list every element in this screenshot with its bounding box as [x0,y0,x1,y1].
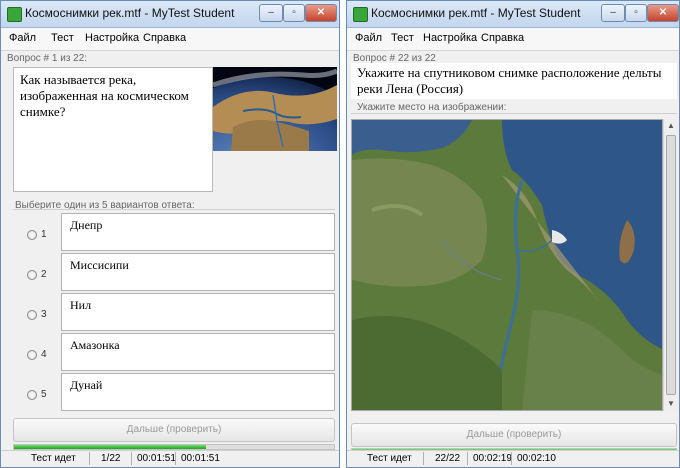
menu-help[interactable]: Справка [481,32,524,44]
separator [13,209,335,210]
status-divider [175,452,176,465]
left-window-title: Космоснимки рек.mtf - MyTest Student [25,6,235,20]
answer-text[interactable]: Нил [61,293,335,331]
left-title-bar[interactable]: Космоснимки рек.mtf - MyTest Student – ▫… [1,1,339,28]
left-window: Космоснимки рек.mtf - MyTest Student – ▫… [0,0,340,468]
option-number: 4 [41,349,47,360]
option-number: 3 [41,309,47,320]
status-question-count: 1/22 [101,453,121,464]
app-icon [353,7,368,22]
answer-option[interactable]: 2 Миссисипи [13,253,335,291]
question-text: Как называется река, изображенная на кос… [20,72,189,119]
answer-option[interactable]: 3 Нил [13,293,335,331]
radio-button[interactable] [27,230,37,240]
progress-fill [14,445,206,449]
status-bar: Тест идет 22/22 00:02:19 00:02:10 [347,450,679,467]
right-window: Космоснимки рек.mtf - MyTest Student – ▫… [346,0,680,468]
menu-test[interactable]: Тест [51,32,74,44]
next-check-button[interactable]: Дальше (проверить) [13,418,335,442]
question-text: Укажите на спутниковом снимке расположен… [357,65,662,96]
radio-button[interactable] [27,350,37,360]
app-icon [7,7,22,22]
menu-settings[interactable]: Настройка [85,32,139,44]
status-time-elapsed: 00:01:51 [137,453,176,464]
option-number: 5 [41,389,47,400]
option-number: 2 [41,269,47,280]
menu-test[interactable]: Тест [391,32,414,44]
status-question-count: 22/22 [435,453,461,464]
status-bar: Тест идет 1/22 00:01:51 00:01:51 [1,450,339,467]
status-divider [423,452,424,465]
question-box: Укажите на спутниковом снимке расположен… [351,63,677,99]
radio-button[interactable] [27,270,37,280]
answer-option[interactable]: 4 Амазонка [13,333,335,371]
status-divider [467,452,468,465]
minimize-button[interactable]: – [259,4,283,22]
answer-option[interactable]: 5 Дунай [13,373,335,411]
menu-file[interactable]: Файл [355,32,382,44]
question-box: Как называется река, изображенная на кос… [13,67,213,192]
minimize-button[interactable]: – [601,4,625,22]
close-button[interactable]: ✕ [305,4,337,22]
satellite-map-image[interactable] [351,119,663,411]
radio-button[interactable] [27,390,37,400]
status-divider [511,452,512,465]
status-state: Тест идет [367,453,412,464]
image-instruction-label: Укажите место на изображении: [357,102,507,113]
radio-button[interactable] [27,310,37,320]
menu-settings[interactable]: Настройка [423,32,477,44]
option-number: 1 [41,229,47,240]
right-title-bar[interactable]: Космоснимки рек.mtf - MyTest Student – ▫… [347,1,679,28]
status-time-elapsed: 00:02:19 [473,453,512,464]
scroll-up-arrow-icon[interactable]: ▲ [664,119,678,133]
right-window-title: Космоснимки рек.mtf - MyTest Student [371,6,581,20]
status-time-total: 00:01:51 [181,453,220,464]
answer-text[interactable]: Амазонка [61,333,335,371]
menu-help[interactable]: Справка [143,32,186,44]
answer-text[interactable]: Днепр [61,213,335,251]
separator [351,113,677,114]
close-button[interactable]: ✕ [647,4,679,22]
next-check-button[interactable]: Дальше (проверить) [351,423,677,447]
scroll-down-arrow-icon[interactable]: ▼ [664,397,678,411]
right-menu-bar: Файл Тест Настройка Справка [347,28,679,51]
menu-file[interactable]: Файл [9,32,36,44]
status-divider [131,452,132,465]
answer-option[interactable]: 1 Днепр [13,213,335,251]
scrollbar-thumb[interactable] [666,135,676,395]
answer-text[interactable]: Миссисипи [61,253,335,291]
status-state: Тест идет [31,453,76,464]
status-divider [89,452,90,465]
question-header: Вопрос # 1 из 22: [7,53,88,64]
status-time-total: 00:02:10 [517,453,556,464]
maximize-button[interactable]: ▫ [625,4,647,22]
answer-text[interactable]: Дунай [61,373,335,411]
left-menu-bar: Файл Тест Настройка Справка [1,28,339,51]
vertical-scrollbar[interactable]: ▲ ▼ [663,119,678,411]
maximize-button[interactable]: ▫ [283,4,305,22]
earth-satellite-image [213,67,337,151]
